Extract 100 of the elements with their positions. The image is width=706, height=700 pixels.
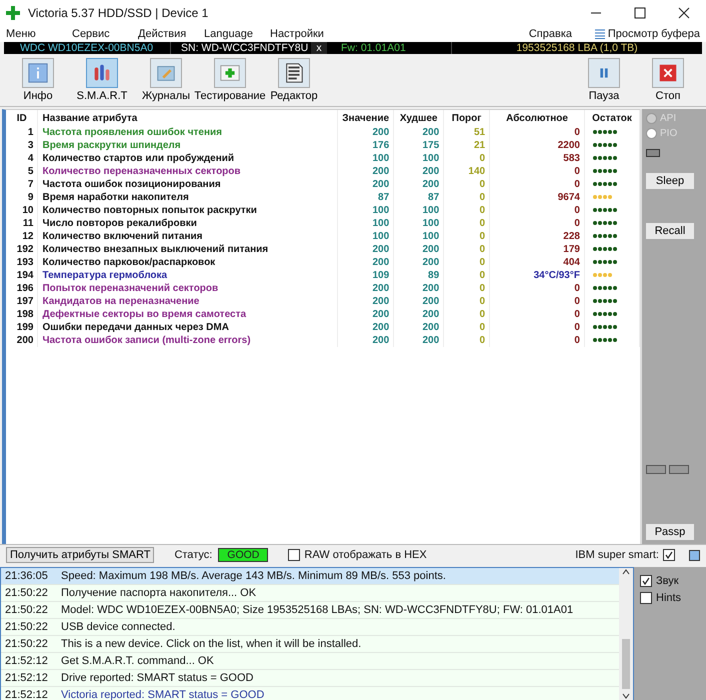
table-cell: 175 bbox=[394, 139, 444, 152]
table-cell: 140 bbox=[444, 165, 490, 178]
info-icon bbox=[27, 62, 49, 84]
log-entry[interactable]: 21:50:22 Model: WDC WD10EZEX-00BN5A0; Size 1953525168 LBAs; SN: WD-WCC3FNDTFY8U; FW: 01.01A01 bbox=[1, 602, 619, 619]
toolbar-button[interactable]: S.M.A.R.T bbox=[70, 58, 134, 106]
column-header[interactable]: ID bbox=[6, 110, 38, 126]
pause-button[interactable]: Пауза bbox=[572, 58, 636, 106]
small-button[interactable] bbox=[669, 465, 689, 474]
log-entry[interactable]: 21:52:12 Drive reported: SMART status = GOOD bbox=[1, 670, 619, 687]
log-time: 21:50:22 bbox=[4, 638, 49, 650]
menu-item[interactable]: Просмотр буфера bbox=[608, 28, 700, 40]
table-cell: 0 bbox=[490, 217, 584, 230]
table-cell: 89 bbox=[394, 269, 444, 282]
table-cell: 0 bbox=[490, 282, 584, 295]
table-cell: 100 bbox=[394, 217, 444, 230]
menu-item[interactable]: Настройки bbox=[270, 28, 336, 40]
table-cell: 200 bbox=[394, 321, 444, 334]
table-cell: 100 bbox=[394, 152, 444, 165]
menu-item[interactable]: Справка bbox=[528, 28, 595, 40]
log-message: USB device connected. bbox=[61, 621, 176, 633]
table-cell: 196 bbox=[6, 282, 38, 295]
table-cell: 0 bbox=[444, 204, 490, 217]
indicator-light bbox=[646, 149, 660, 157]
log-entry[interactable]: 21:52:12 Get S.M.A.R.T. command... OK bbox=[1, 653, 619, 670]
table-cell: 200 bbox=[394, 282, 444, 295]
table-cell: 197 bbox=[6, 295, 38, 308]
column-header[interactable]: Значение bbox=[338, 110, 394, 126]
table-cell: 100 bbox=[338, 217, 394, 230]
checkbox-label: RAW отображать в HEX bbox=[304, 549, 427, 561]
device-model[interactable]: WDC WD10EZEX-00BN5A0 bbox=[4, 42, 170, 54]
radio-button[interactable] bbox=[646, 128, 657, 139]
attribute-name: Частота ошибок записи (multi-zone errors) bbox=[38, 334, 338, 347]
table-cell: 200 bbox=[338, 243, 394, 256]
menu-item[interactable]: Действия bbox=[138, 28, 204, 40]
table-cell: 176 bbox=[338, 139, 394, 152]
small-button[interactable] bbox=[646, 465, 666, 474]
scroll-down-icon[interactable] bbox=[622, 692, 630, 700]
log-entry[interactable]: 21:50:22 USB device connected. bbox=[1, 619, 619, 636]
table-cell: 7 bbox=[6, 178, 38, 191]
attribute-name: Количество парковок/распарковок bbox=[38, 256, 338, 269]
menu-item[interactable]: Language bbox=[204, 28, 270, 40]
side-button[interactable]: Sleep bbox=[646, 173, 694, 189]
capacity: 1953525168 LBA (1,0 TB) bbox=[451, 42, 702, 54]
attribute-name: Количество внезапных выключений питания bbox=[38, 243, 338, 256]
table-cell: 0 bbox=[444, 269, 490, 282]
side-button[interactable]: Passp bbox=[646, 524, 694, 540]
attribute-name: Число повторов рекалибровки bbox=[38, 217, 338, 230]
table-cell: 198 bbox=[6, 308, 38, 321]
table-cell: 200 bbox=[394, 243, 444, 256]
log-entry[interactable]: 21:50:22 This is a new device. Click on the list, when it will be installed. bbox=[1, 636, 619, 653]
log-time: 21:50:22 bbox=[4, 604, 49, 616]
stop-button[interactable]: Стоп bbox=[636, 58, 700, 106]
attribute-name: Температура гермоблока bbox=[38, 269, 338, 282]
checkbox[interactable] bbox=[640, 592, 652, 604]
table-cell: 200 bbox=[6, 334, 38, 347]
table-cell: 51 bbox=[444, 126, 490, 139]
log-message: Get S.M.A.R.T. command... OK bbox=[61, 655, 214, 667]
app-logo-icon bbox=[6, 6, 20, 20]
checkbox[interactable] bbox=[640, 575, 652, 587]
table-cell: 0 bbox=[444, 191, 490, 204]
log-time: 21:52:12 bbox=[4, 689, 49, 700]
menu-item[interactable]: Сервис bbox=[72, 28, 138, 40]
menu-item[interactable]: Меню bbox=[6, 28, 72, 40]
table-cell: 9 bbox=[6, 191, 38, 204]
attribute-name: Кандидатов на переназначение bbox=[38, 295, 338, 308]
radio-button[interactable] bbox=[646, 113, 657, 124]
log-entry[interactable]: 21:36:05 Speed: Maximum 198 MB/s. Average 143 MB/s. Minimum 89 MB/s. 553 points. bbox=[1, 568, 619, 585]
editor-icon bbox=[283, 62, 305, 84]
status-value: GOOD bbox=[218, 548, 268, 562]
table-cell: 200 bbox=[338, 282, 394, 295]
table-cell: 0 bbox=[444, 308, 490, 321]
log-message: Получение паспорта накопителя... OK bbox=[61, 587, 256, 599]
table-cell: 200 bbox=[338, 178, 394, 191]
checkbox[interactable] bbox=[663, 549, 675, 561]
table-cell: 193 bbox=[6, 256, 38, 269]
scroll-up-icon[interactable] bbox=[622, 568, 630, 576]
checkbox-label: Hints bbox=[656, 592, 682, 604]
side-button[interactable]: Recall bbox=[646, 223, 694, 239]
table-cell: 0 bbox=[490, 178, 584, 191]
checkbox[interactable] bbox=[288, 549, 300, 561]
column-header[interactable]: Абсолютное bbox=[490, 110, 584, 126]
table-cell: 0 bbox=[490, 308, 584, 321]
table-cell: 21 bbox=[444, 139, 490, 152]
toolbar-button[interactable]: Инфо bbox=[6, 58, 70, 106]
table-cell: 200 bbox=[394, 256, 444, 269]
table-cell: 0 bbox=[444, 178, 490, 191]
scrollbar-thumb[interactable] bbox=[622, 639, 630, 689]
table-cell: 0 bbox=[490, 321, 584, 334]
get-smart-button[interactable]: Получить атрибуты SMART bbox=[6, 547, 154, 563]
column-header[interactable]: Худшее bbox=[394, 110, 444, 126]
table-cell: 200 bbox=[394, 126, 444, 139]
column-header[interactable]: Порог bbox=[444, 110, 490, 126]
log-entry[interactable]: 21:50:22 Получение паспорта накопителя... OK bbox=[1, 585, 619, 602]
log-time: 21:52:12 bbox=[4, 655, 49, 667]
column-header[interactable]: Название атрибута bbox=[38, 110, 338, 126]
table-cell: 194 bbox=[6, 269, 38, 282]
table-cell: 87 bbox=[338, 191, 394, 204]
color-swatch[interactable] bbox=[689, 550, 700, 560]
attribute-name: Дефектные секторы во время самотеста bbox=[38, 308, 338, 321]
close-device-button[interactable]: x bbox=[311, 42, 327, 54]
